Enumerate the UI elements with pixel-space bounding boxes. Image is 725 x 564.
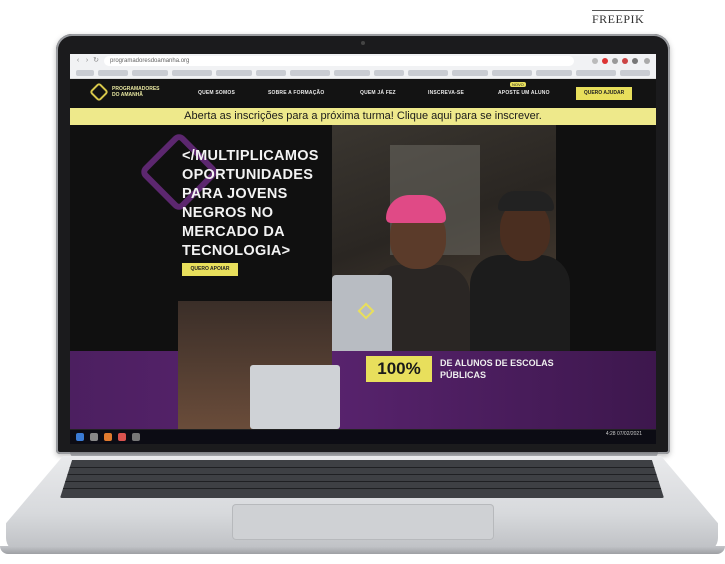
browser-icon[interactable] [104, 433, 112, 441]
search-icon[interactable] [90, 433, 98, 441]
extension-icon[interactable] [612, 58, 618, 64]
webcam [361, 41, 365, 45]
new-badge: NOVO [510, 82, 526, 87]
logo-icon[interactable] [89, 82, 109, 102]
quero-apoiar-button[interactable]: QUERO APOIAR [182, 263, 238, 276]
quero-ajudar-button[interactable]: QUERO AJUDAR [576, 87, 632, 100]
purple-stat-band [70, 351, 656, 429]
bookmark[interactable] [576, 70, 616, 76]
photo-laptop [250, 365, 340, 429]
photo-pink-cap [386, 195, 446, 223]
bookmark[interactable] [76, 70, 94, 76]
address-bar[interactable]: programadoresdoamanha.org [104, 56, 574, 66]
announcement-banner[interactable]: Aberta as inscrições para a próxima turm… [70, 108, 656, 125]
key-row [60, 467, 664, 468]
bookmark[interactable] [536, 70, 572, 76]
laptop-lid: ‹ › ↻ programadoresdoamanha.org PROGRAMA… [56, 34, 670, 454]
laptop-base-edge [0, 546, 725, 554]
nav-item-quem-somos[interactable]: QUEM SOMOS [198, 90, 235, 96]
stat-label: DE ALUNOS DE ESCOLAS PÚBLICAS [440, 358, 554, 380]
extension-icon[interactable] [592, 58, 598, 64]
nav-item-quem-ja-fez[interactable]: QUEM JÁ FEZ [360, 90, 396, 96]
photo-cap [498, 191, 554, 211]
bookmark[interactable] [408, 70, 448, 76]
key-row [60, 474, 664, 475]
bookmark[interactable] [132, 70, 168, 76]
profile-avatar-icon[interactable] [632, 58, 638, 64]
key-row [60, 488, 664, 489]
nav-item-sobre-a-formacao[interactable]: SOBRE A FORMAÇÃO [268, 90, 324, 96]
nav-item-aposte-um-aluno[interactable]: APOSTE UM ALUNO [498, 90, 550, 96]
bookmark[interactable] [620, 70, 650, 76]
app-icon[interactable] [118, 433, 126, 441]
hero-section: </MULTIPLICAMOS OPORTUNIDADES PARA JOVEN… [70, 125, 656, 429]
stat-value: 100% [366, 356, 432, 382]
bookmark[interactable] [492, 70, 532, 76]
bookmark[interactable] [256, 70, 286, 76]
browser-toolbar: ‹ › ↻ programadoresdoamanha.org [70, 54, 656, 69]
app-icon[interactable] [132, 433, 140, 441]
bookmark[interactable] [452, 70, 488, 76]
hero-headline: </MULTIPLICAMOS OPORTUNIDADES PARA JOVEN… [182, 148, 319, 259]
bookmark[interactable] [334, 70, 370, 76]
site-header: PROGRAMADORES DO AMANHÃ QUEM SOMOS SOBRE… [70, 79, 656, 107]
menu-icon[interactable] [644, 58, 650, 64]
bookmark[interactable] [98, 70, 128, 76]
bookmarks-bar [70, 68, 656, 79]
nav-item-inscreva-se[interactable]: INSCREVA-SE [428, 90, 464, 96]
start-icon[interactable] [76, 433, 84, 441]
key-row [60, 481, 664, 482]
back-icon[interactable]: ‹ [74, 57, 82, 65]
taskbar-clock[interactable]: 4:28 07/02/2021 [606, 432, 642, 437]
extension-icon[interactable] [622, 58, 628, 64]
bookmark[interactable] [216, 70, 252, 76]
site-logo-text[interactable]: PROGRAMADORES DO AMANHÃ [112, 86, 162, 98]
trackpad [232, 504, 494, 540]
keyboard [60, 460, 664, 498]
laptop-screen: ‹ › ↻ programadoresdoamanha.org PROGRAMA… [70, 54, 656, 444]
forward-icon[interactable]: › [83, 57, 91, 65]
bookmark[interactable] [290, 70, 330, 76]
image-credit: FREEPIK [592, 10, 645, 26]
banner-text[interactable]: Aberta as inscrições para a próxima turm… [70, 110, 656, 122]
bookmark[interactable] [374, 70, 404, 76]
extension-icon[interactable] [602, 58, 608, 64]
bookmark[interactable] [172, 70, 212, 76]
reload-icon[interactable]: ↻ [92, 57, 100, 65]
os-taskbar: 4:28 07/02/2021 [70, 429, 656, 444]
